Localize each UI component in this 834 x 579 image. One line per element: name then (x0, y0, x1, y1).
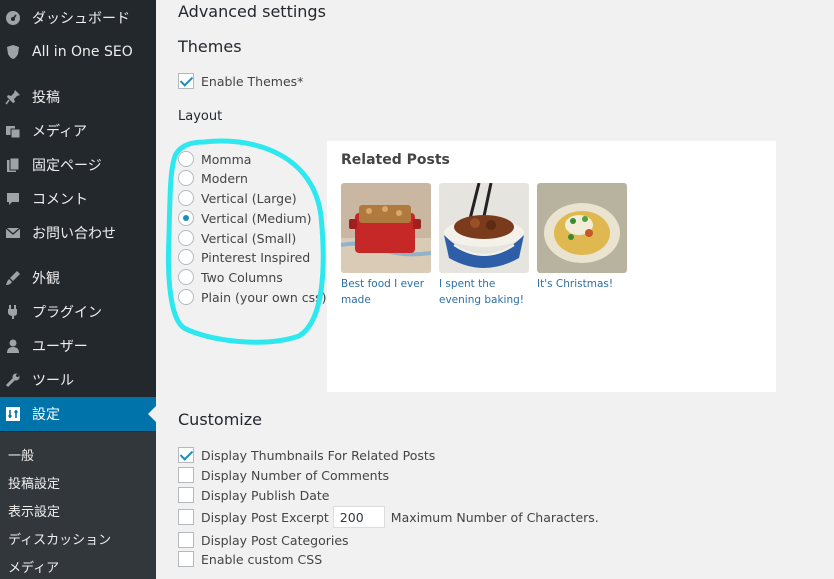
rice-bowl-image (439, 183, 529, 273)
advanced-settings-heading: Advanced settings (178, 2, 326, 21)
dashboard-icon (5, 10, 21, 26)
layout-preview-panel: Related Posts Best food I ever made I sp… (327, 141, 776, 392)
pin-icon (5, 89, 21, 105)
preview-title: Related Posts (341, 152, 450, 168)
mail-icon (5, 225, 21, 241)
submenu-item-media[interactable]: メディア (8, 557, 59, 576)
display-comments-checkbox[interactable] (178, 467, 194, 483)
menu-item-label: プラグイン (32, 305, 102, 321)
option-label: Display Publish Date (201, 487, 330, 503)
menu-item-label: お問い合わせ (32, 226, 116, 242)
display-date-checkbox[interactable] (178, 487, 194, 503)
menu-item-media[interactable]: メディア (0, 114, 156, 148)
option-label: Enable Themes* (201, 73, 304, 89)
comment-icon (5, 191, 21, 207)
option-label: Display Post Excerpt (201, 509, 329, 525)
menu-item-label: 外観 (32, 271, 60, 287)
menu-item-label: メディア (32, 124, 88, 140)
custom-css-option[interactable]: Enable custom CSS (178, 550, 322, 568)
display-categories-option[interactable]: Display Post Categories (178, 531, 349, 549)
menu-item-users[interactable]: ユーザー (0, 329, 156, 363)
display-excerpt-checkbox[interactable] (178, 509, 194, 525)
post-thumbnail[interactable] (341, 183, 431, 273)
enable-themes-option[interactable]: Enable Themes* (178, 72, 303, 90)
post-thumbnail[interactable] (439, 183, 529, 273)
menu-item-all-in-one-seo[interactable]: All in One SEO (0, 35, 156, 69)
submenu-item-general[interactable]: 一般 (8, 445, 34, 464)
menu-item-plugins[interactable]: プラグイン (0, 295, 156, 329)
admin-sidebar: ダッシュボード All in One SEO 投稿 メディア 固定ページ コメン… (0, 0, 156, 579)
option-label: Enable custom CSS (201, 551, 323, 567)
submenu-item-reading[interactable]: 表示設定 (8, 501, 60, 520)
shield-icon (5, 44, 21, 60)
enable-themes-checkbox[interactable] (178, 73, 194, 89)
display-categories-checkbox[interactable] (178, 532, 194, 548)
menu-item-label: 投稿 (32, 90, 60, 106)
active-menu-arrow (148, 406, 156, 422)
display-thumbnails-checkbox[interactable] (178, 447, 194, 463)
menu-item-label: ツール (32, 373, 74, 389)
submenu-item-discussion[interactable]: ディスカッション (8, 529, 111, 548)
curry-plate-image (537, 183, 627, 273)
display-excerpt-option: Display Post Excerpt Maximum Number of C… (178, 506, 599, 528)
menu-item-label: 設定 (32, 407, 60, 423)
menu-item-label: ダッシュボード (32, 11, 130, 27)
option-label: Display Number of Comments (201, 467, 390, 483)
annotation-circle (165, 138, 326, 345)
submenu-item-writing[interactable]: 投稿設定 (8, 473, 60, 492)
appearance-icon (5, 270, 21, 286)
display-date-option[interactable]: Display Publish Date (178, 486, 329, 504)
menu-item-appearance[interactable]: 外観 (0, 261, 156, 295)
custom-css-checkbox[interactable] (178, 551, 194, 567)
settings-submenu: 一般 投稿設定 表示設定 ディスカッション メディア (0, 432, 156, 579)
user-icon (5, 338, 21, 354)
wrench-icon (5, 372, 21, 388)
menu-item-label: コメント (32, 192, 88, 208)
menu-item-label: ユーザー (32, 339, 88, 355)
option-label: Display Thumbnails For Related Posts (201, 447, 436, 463)
excerpt-length-input[interactable] (332, 506, 385, 528)
menu-item-label: All in One SEO (32, 44, 133, 60)
menu-item-comments[interactable]: コメント (0, 182, 156, 216)
excerpt-suffix-label: Maximum Number of Characters. (390, 509, 599, 525)
baked-dish-image (341, 183, 431, 273)
menu-item-label: 固定ページ (32, 158, 102, 174)
menu-item-pages[interactable]: 固定ページ (0, 148, 156, 182)
layout-label: Layout (178, 109, 223, 124)
menu-item-settings[interactable]: 設定 (0, 397, 156, 431)
menu-item-dashboard[interactable]: ダッシュボード (0, 1, 156, 35)
pages-icon (5, 157, 21, 173)
post-thumbnail[interactable] (537, 183, 627, 273)
media-icon (5, 123, 21, 139)
post-caption-link[interactable]: Best food I ever made (341, 276, 433, 308)
option-label: Display Post Categories (201, 532, 349, 548)
post-caption-link[interactable]: I spent the evening baking! (439, 276, 531, 308)
themes-heading: Themes (178, 37, 242, 56)
menu-item-tools[interactable]: ツール (0, 363, 156, 397)
menu-item-posts[interactable]: 投稿 (0, 80, 156, 114)
display-comments-option[interactable]: Display Number of Comments (178, 466, 389, 484)
customize-heading: Customize (178, 410, 262, 429)
post-caption-link[interactable]: It's Christmas! (537, 276, 629, 292)
display-thumbnails-option[interactable]: Display Thumbnails For Related Posts (178, 446, 435, 464)
settings-icon (5, 406, 21, 422)
plugin-icon (5, 304, 21, 320)
menu-item-contact[interactable]: お問い合わせ (0, 216, 156, 250)
